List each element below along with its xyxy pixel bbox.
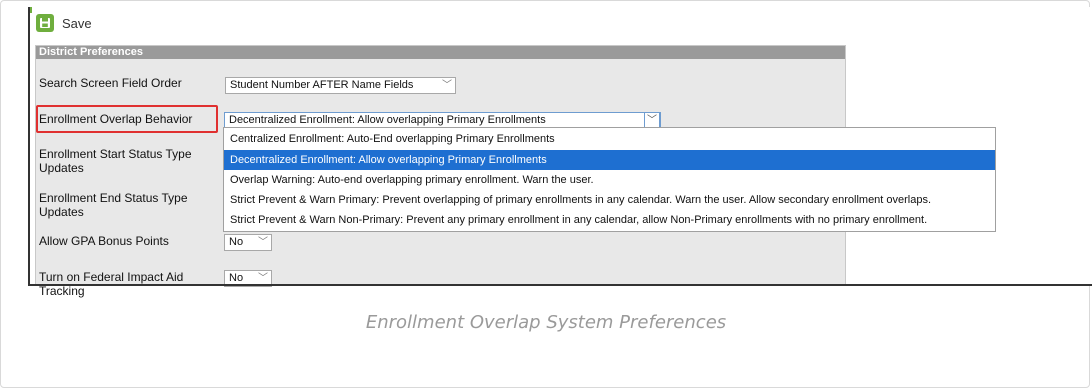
panel-title: District Preferences [36, 46, 845, 59]
screenshot-border-left [28, 7, 30, 285]
dropdown-option-centralized[interactable]: Centralized Enrollment: Auto-End overlap… [224, 129, 995, 149]
dropdown-option-decentralized[interactable]: Decentralized Enrollment: Allow overlapp… [224, 150, 995, 170]
dropdown-option-strict-primary[interactable]: Strict Prevent & Warn Primary: Prevent o… [224, 190, 995, 210]
dropdown-option-overlap-warning[interactable]: Overlap Warning: Auto-end overlapping pr… [224, 170, 995, 190]
save-button-label: Save [62, 15, 92, 31]
label-enrollment-end-status: Enrollment End Status Type Updates [39, 191, 188, 219]
figure-caption: Enrollment Overlap System Preferences [365, 312, 727, 333]
label-enrollment-start-status: Enrollment Start Status Type Updates [39, 147, 192, 175]
select-value: Student Number AFTER Name Fields [230, 79, 414, 91]
label-allow-gpa-bonus-points: Allow GPA Bonus Points [39, 234, 169, 248]
select-value: Decentralized Enrollment: Allow overlapp… [229, 114, 546, 126]
toolbar: Save [36, 10, 92, 36]
chevron-down-icon: ﹀ [442, 80, 452, 91]
allow-gpa-bonus-points-select[interactable]: No ﹀ [224, 234, 272, 251]
select-value: No [229, 236, 244, 248]
dropdown-option-strict-non-primary[interactable]: Strict Prevent & Warn Non-Primary: Preve… [224, 210, 995, 230]
search-screen-field-order-select[interactable]: Student Number AFTER Name Fields ﹀ [225, 77, 456, 94]
chevron-down-icon: ﹀ [258, 237, 268, 248]
label-search-screen-field-order: Search Screen Field Order [39, 76, 182, 90]
save-icon [36, 14, 54, 32]
enrollment-overlap-dropdown-list: Centralized Enrollment: Auto-End overlap… [223, 127, 996, 232]
save-button[interactable]: Save [36, 14, 92, 32]
screenshot-border-bottom [28, 284, 1092, 286]
label-enrollment-overlap-behavior: Enrollment Overlap Behavior [39, 112, 193, 126]
